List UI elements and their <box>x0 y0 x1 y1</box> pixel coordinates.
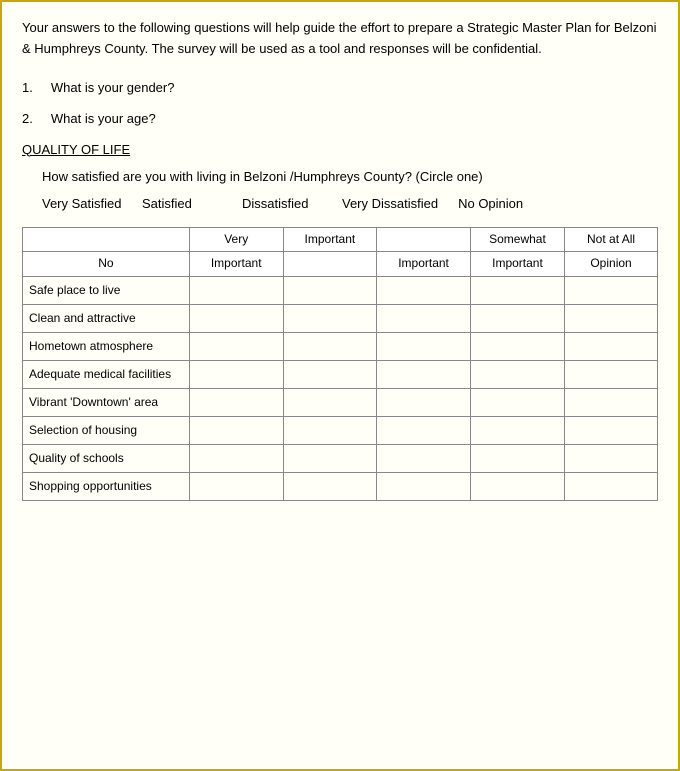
table-body: Safe place to liveClean and attractiveHo… <box>23 276 658 500</box>
cell-4-2 <box>377 388 471 416</box>
cell-5-0 <box>189 416 283 444</box>
header-no: No <box>23 252 190 277</box>
satisfaction-question: How satisfied are you with living in Bel… <box>22 169 658 184</box>
row-label-5: Selection of housing <box>23 416 190 444</box>
cell-5-2 <box>377 416 471 444</box>
cell-5-3 <box>470 416 564 444</box>
cell-3-2 <box>377 360 471 388</box>
header-important2: Important <box>189 252 283 277</box>
cell-0-0 <box>189 276 283 304</box>
cell-0-4 <box>565 276 658 304</box>
header-blank <box>377 227 471 252</box>
intro-text: Your answers to the following questions … <box>22 18 658 60</box>
cell-6-2 <box>377 444 471 472</box>
row-label-1: Clean and attractive <box>23 304 190 332</box>
cell-1-4 <box>565 304 658 332</box>
row-label-7: Shopping opportunities <box>23 472 190 500</box>
question-1-text: What is your gender? <box>51 80 175 95</box>
cell-2-4 <box>565 332 658 360</box>
question-1-number: 1. <box>22 80 33 95</box>
table-row: Safe place to live <box>23 276 658 304</box>
cell-4-4 <box>565 388 658 416</box>
cell-0-2 <box>377 276 471 304</box>
row-label-2: Hometown atmosphere <box>23 332 190 360</box>
header-label-col <box>23 227 190 252</box>
cell-4-3 <box>470 388 564 416</box>
header-important3: Important <box>377 252 471 277</box>
cell-0-1 <box>283 276 377 304</box>
header-important4: Important <box>470 252 564 277</box>
table-row: Adequate medical facilities <box>23 360 658 388</box>
row-label-4: Vibrant 'Downtown' area <box>23 388 190 416</box>
cell-7-4 <box>565 472 658 500</box>
cell-2-3 <box>470 332 564 360</box>
row-label-3: Adequate medical facilities <box>23 360 190 388</box>
option-very-dissatisfied: Very Dissatisfied <box>342 196 438 211</box>
cell-6-4 <box>565 444 658 472</box>
row-label-6: Quality of schools <box>23 444 190 472</box>
table-header-row1: Very Important Somewhat Not at All <box>23 227 658 252</box>
cell-1-1 <box>283 304 377 332</box>
header-opinion: Opinion <box>565 252 658 277</box>
option-no-opinion: No Opinion <box>458 196 538 211</box>
cell-3-3 <box>470 360 564 388</box>
cell-6-0 <box>189 444 283 472</box>
table-row: Shopping opportunities <box>23 472 658 500</box>
cell-1-0 <box>189 304 283 332</box>
cell-7-3 <box>470 472 564 500</box>
table-row: Selection of housing <box>23 416 658 444</box>
page-container: Your answers to the following questions … <box>0 0 680 771</box>
cell-2-2 <box>377 332 471 360</box>
table-row: Quality of schools <box>23 444 658 472</box>
satisfaction-options: Very Satisfied Satisfied Dissatisfied Ve… <box>22 196 658 211</box>
question-2-text: What is your age? <box>51 111 156 126</box>
cell-2-0 <box>189 332 283 360</box>
question-2-number: 2. <box>22 111 33 126</box>
option-satisfied: Satisfied <box>142 196 222 211</box>
cell-3-4 <box>565 360 658 388</box>
cell-5-4 <box>565 416 658 444</box>
cell-1-3 <box>470 304 564 332</box>
cell-2-1 <box>283 332 377 360</box>
header-very: Very <box>189 227 283 252</box>
section-title: QUALITY OF LIFE <box>22 142 658 157</box>
question-1: 1. What is your gender? <box>22 80 658 95</box>
importance-table: Very Important Somewhat Not at All No Im… <box>22 227 658 501</box>
cell-5-1 <box>283 416 377 444</box>
header-not-at-all: Not at All <box>565 227 658 252</box>
option-very-satisfied: Very Satisfied <box>42 196 122 211</box>
row-label-0: Safe place to live <box>23 276 190 304</box>
cell-6-1 <box>283 444 377 472</box>
cell-7-2 <box>377 472 471 500</box>
header-blank2 <box>283 252 377 277</box>
cell-4-0 <box>189 388 283 416</box>
cell-4-1 <box>283 388 377 416</box>
table-row: Hometown atmosphere <box>23 332 658 360</box>
table-row: Vibrant 'Downtown' area <box>23 388 658 416</box>
cell-7-0 <box>189 472 283 500</box>
cell-3-1 <box>283 360 377 388</box>
table-header-row2: No Important Important Important Opinion <box>23 252 658 277</box>
table-row: Clean and attractive <box>23 304 658 332</box>
header-important: Important <box>283 227 377 252</box>
cell-1-2 <box>377 304 471 332</box>
cell-0-3 <box>470 276 564 304</box>
cell-6-3 <box>470 444 564 472</box>
header-somewhat: Somewhat <box>470 227 564 252</box>
cell-3-0 <box>189 360 283 388</box>
question-2: 2. What is your age? <box>22 111 658 126</box>
cell-7-1 <box>283 472 377 500</box>
option-dissatisfied: Dissatisfied <box>242 196 322 211</box>
